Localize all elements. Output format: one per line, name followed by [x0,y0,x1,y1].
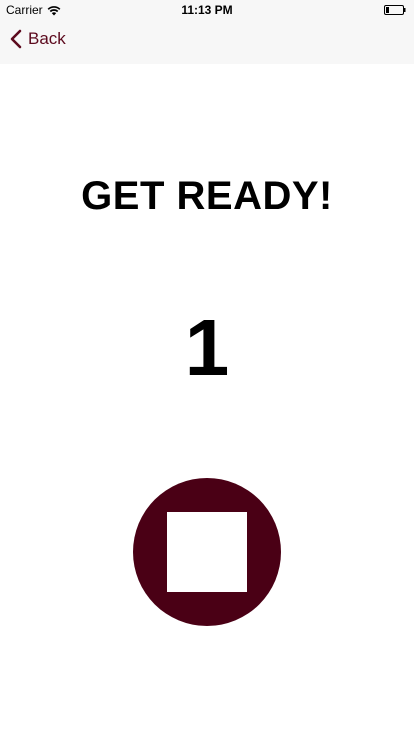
stop-square-icon [167,512,247,592]
stop-button[interactable] [133,478,281,626]
status-bar: Carrier 11:13 PM [0,0,414,20]
back-button[interactable]: Back [10,29,66,49]
status-time: 11:13 PM [181,3,233,17]
countdown-number: 1 [184,303,230,392]
battery-icon [384,5,406,15]
back-label: Back [28,29,66,48]
get-ready-title: GET READY! [81,174,333,218]
chevron-left-icon [10,29,22,49]
navigation-bar: Back [0,20,414,64]
